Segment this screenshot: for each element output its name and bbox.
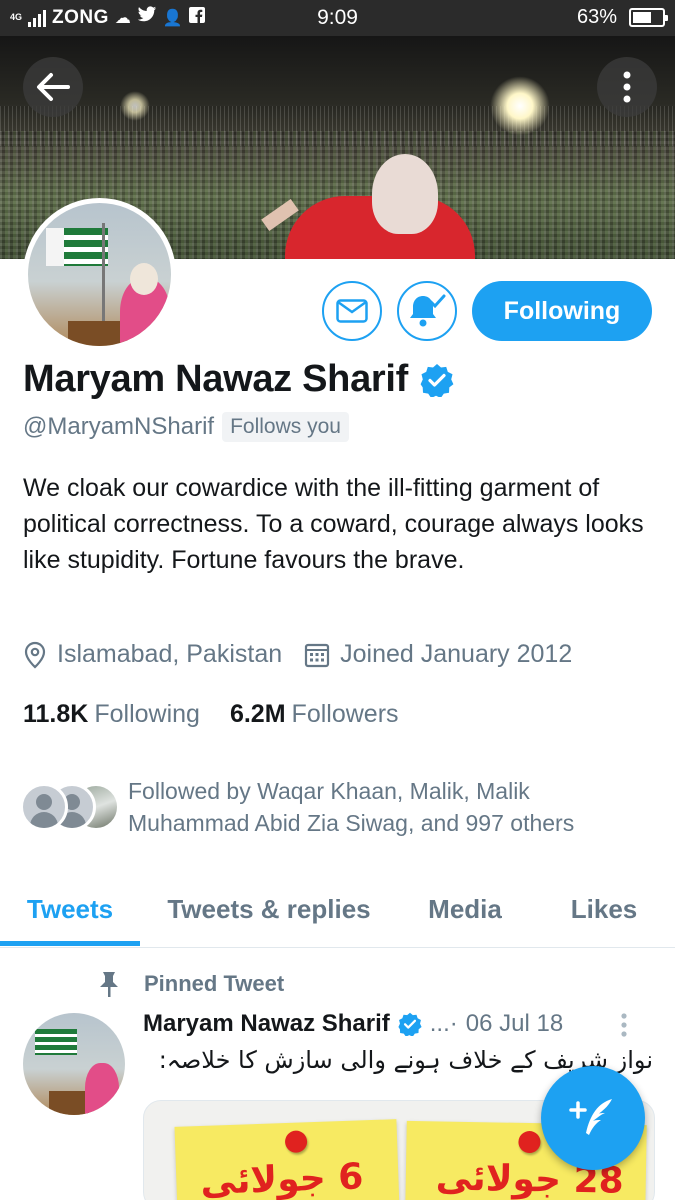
profile-meta: Islamabad, Pakistan Joined January 2012 — [23, 640, 594, 669]
tweet-ellipsis: ...· — [429, 1010, 458, 1037]
profile-counts: 11.8K Following 6.2M Followers — [23, 700, 429, 729]
tweet-author-avatar[interactable] — [23, 1013, 125, 1115]
clock: 9:09 — [317, 6, 358, 29]
avatar-flag — [46, 228, 108, 266]
tweet-avatar-podium — [49, 1091, 89, 1115]
verified-badge-icon — [398, 1012, 422, 1036]
status-bar: 4G ZONG ☁ 👤 9:09 63% — [0, 0, 675, 36]
arrow-left-icon — [37, 73, 70, 101]
battery-percent: 63% — [576, 6, 617, 28]
calendar-icon — [305, 643, 330, 667]
profile-avatar[interactable] — [23, 198, 176, 351]
followed-by-text: Followed by Waqar Khaan, Malik, Malik Mu… — [128, 778, 575, 836]
tab-likes[interactable]: Likes — [545, 870, 663, 948]
avatar-flag-pole — [102, 223, 105, 333]
tweet-author-name[interactable]: Maryam Nawaz Sharif — [143, 1010, 390, 1038]
verified-badge-icon — [420, 363, 454, 397]
tab-tweets[interactable]: Tweets — [0, 870, 140, 948]
active-tab-indicator — [0, 941, 140, 946]
mail-icon — [336, 299, 368, 323]
profile-handle: @MaryamNSharif — [23, 413, 215, 440]
tweet-avatar-flag — [35, 1029, 77, 1055]
back-button[interactable] — [23, 57, 83, 117]
following-count: 11.8K — [23, 700, 89, 728]
location-pin-icon — [24, 641, 46, 668]
tab-media[interactable]: Media — [405, 870, 525, 948]
pushpin-icon — [284, 1130, 308, 1154]
location-item: Islamabad, Pakistan — [23, 640, 282, 669]
profile-tabs: Tweets Tweets & replies Media Likes — [0, 870, 675, 948]
avatar-person-head — [130, 263, 158, 295]
profile-location: Islamabad, Pakistan — [57, 640, 283, 668]
banner-figure-head — [372, 154, 438, 234]
following-count-link[interactable]: 11.8K Following — [23, 700, 200, 729]
profile-handle-row: @MaryamNSharif Follows you — [23, 412, 349, 442]
more-vertical-icon — [621, 1013, 627, 1037]
media-note-text: 6 جولائی — [199, 1156, 364, 1200]
joined-item: Joined January 2012 — [304, 640, 572, 669]
avatar — [20, 783, 68, 831]
following-button[interactable]: Following — [472, 281, 652, 341]
compose-feather-icon — [569, 1099, 612, 1135]
stadium-light — [120, 91, 150, 121]
notifications-button[interactable] — [397, 281, 457, 341]
profile-name: Maryam Nawaz Sharif — [23, 358, 409, 400]
tab-tweets-replies[interactable]: Tweets & replies — [150, 870, 388, 948]
followers-count: 6.2M — [229, 700, 286, 728]
pinned-tweet-label: Pinned Tweet — [144, 971, 285, 996]
pin-icon — [100, 972, 118, 997]
more-vertical-icon — [623, 71, 631, 103]
more-options-button[interactable] — [597, 57, 657, 117]
tweet-date: 06 Jul 18 — [465, 1010, 564, 1037]
pinned-label-row: Pinned Tweet — [96, 970, 284, 998]
profile-name-row: Maryam Nawaz Sharif — [23, 358, 454, 401]
battery-icon — [629, 8, 668, 27]
bell-check-icon — [410, 294, 446, 327]
tweet-avatar-person — [85, 1063, 119, 1115]
follows-you-badge: Follows you — [222, 412, 349, 442]
stadium-light — [490, 76, 550, 136]
followed-by-row[interactable]: Followed by Waqar Khaan, Malik, Malik Mu… — [20, 775, 628, 843]
followers-label: Followers — [291, 700, 399, 728]
tweet-header: Maryam Nawaz Sharif ...· 06 Jul 18 — [143, 1010, 653, 1038]
status-right: 63% — [576, 6, 668, 29]
followers-count-link[interactable]: 6.2M Followers — [230, 700, 399, 729]
follower-avatars — [20, 783, 120, 843]
following-label: Following — [94, 700, 200, 728]
message-button[interactable] — [322, 281, 382, 341]
avatar-podium — [68, 321, 128, 346]
profile-joined: Joined January 2012 — [340, 640, 573, 668]
pushpin-icon — [518, 1130, 541, 1154]
tweet-more-button[interactable] — [620, 1012, 628, 1043]
profile-bio: We cloak our cowardice with the ill-fitt… — [23, 474, 644, 574]
compose-tweet-button[interactable] — [541, 1066, 645, 1170]
media-note: 6 جولائی — [174, 1119, 400, 1200]
